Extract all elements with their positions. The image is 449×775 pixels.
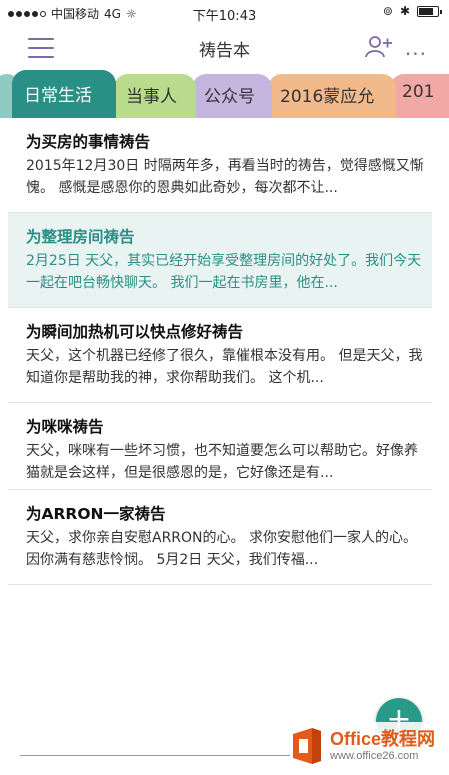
watermark: Office教程网 www.office26.com	[290, 722, 442, 770]
note-preview: 天父，这个机器已经修了很久，靠催根本没有用。 但是天父，我知道你是帮助我的神，求…	[26, 348, 423, 386]
tab-2016-answered[interactable]: 2016蒙应允	[268, 74, 396, 118]
orientation-lock-icon: ⊚	[382, 4, 393, 18]
list-item[interactable]: 为ARRON一家祷告 天父，求你亲自安慰ARRON的心。 求你安慰他们一家人的心…	[8, 490, 432, 585]
bluetooth-icon: ✱	[399, 4, 410, 18]
app-header: 祷告本 ...	[0, 26, 449, 70]
note-title: 为整理房间祷告	[26, 228, 135, 246]
office-logo-icon	[293, 728, 321, 764]
note-preview: 2月25日 天父，其实已经开始享受整理房间的好处了。我们今天一起在吧台畅快聊天。…	[26, 253, 422, 291]
note-list: 为买房的事情祷告 2015年12月30日 时隔两年多，再看当时的祷告，觉得感慨又…	[8, 118, 432, 585]
status-right: ⊚ ✱	[382, 4, 442, 18]
status-time: 下午10:43	[192, 9, 257, 24]
notebook-tabs: 日常生活 当事人 公众号 2016蒙应允 201	[0, 70, 449, 118]
note-title: 为瞬间加热机可以快点修好祷告	[26, 323, 244, 341]
add-user-icon[interactable]	[365, 34, 393, 60]
list-item[interactable]: 为整理房间祷告 2月25日 天父，其实已经开始享受整理房间的好处了。我们今天一起…	[8, 213, 432, 308]
bottom-divider	[20, 755, 290, 756]
tab-daily-life[interactable]: 日常生活	[12, 70, 116, 118]
tab-parties[interactable]: 当事人	[114, 74, 196, 118]
list-item[interactable]: 为买房的事情祷告 2015年12月30日 时隔两年多，再看当时的祷告，觉得感慨又…	[8, 118, 432, 213]
note-title: 为买房的事情祷告	[26, 133, 151, 151]
note-preview: 天父，咪咪有一些坏习惯，也不知道要怎么可以帮助它。好像养猫就是会这样，但是很感恩…	[26, 443, 418, 481]
watermark-name: Office教程网	[330, 729, 436, 749]
note-title: 为咪咪祷告	[26, 418, 104, 436]
list-item[interactable]: 为瞬间加热机可以快点修好祷告 天父，这个机器已经修了很久，靠催根本没有用。 但是…	[8, 308, 432, 403]
note-preview: 2015年12月30日 时隔两年多，再看当时的祷告，觉得感慨又惭愧。 感慨是感恩…	[26, 158, 424, 196]
note-title: 为ARRON一家祷告	[26, 505, 166, 523]
list-item[interactable]: 为咪咪祷告 天父，咪咪有一些坏习惯，也不知道要怎么可以帮助它。好像养猫就是会这样…	[8, 403, 432, 490]
tab-public-account[interactable]: 公众号	[192, 74, 272, 118]
watermark-text: Office教程网 www.office26.com	[330, 729, 435, 763]
battery-icon	[417, 5, 442, 17]
watermark-url: www.office26.com	[330, 750, 419, 762]
tab-201[interactable]: 201	[390, 74, 449, 118]
status-bar: 中国移动 4G ☼ 下午10:43 ⊚ ✱	[0, 0, 449, 26]
note-preview: 天父，求你亲自安慰ARRON的心。 求你安慰他们一家人的心。 因你满有慈悲怜悯。…	[26, 530, 417, 568]
more-options-button[interactable]: ...	[405, 36, 427, 60]
